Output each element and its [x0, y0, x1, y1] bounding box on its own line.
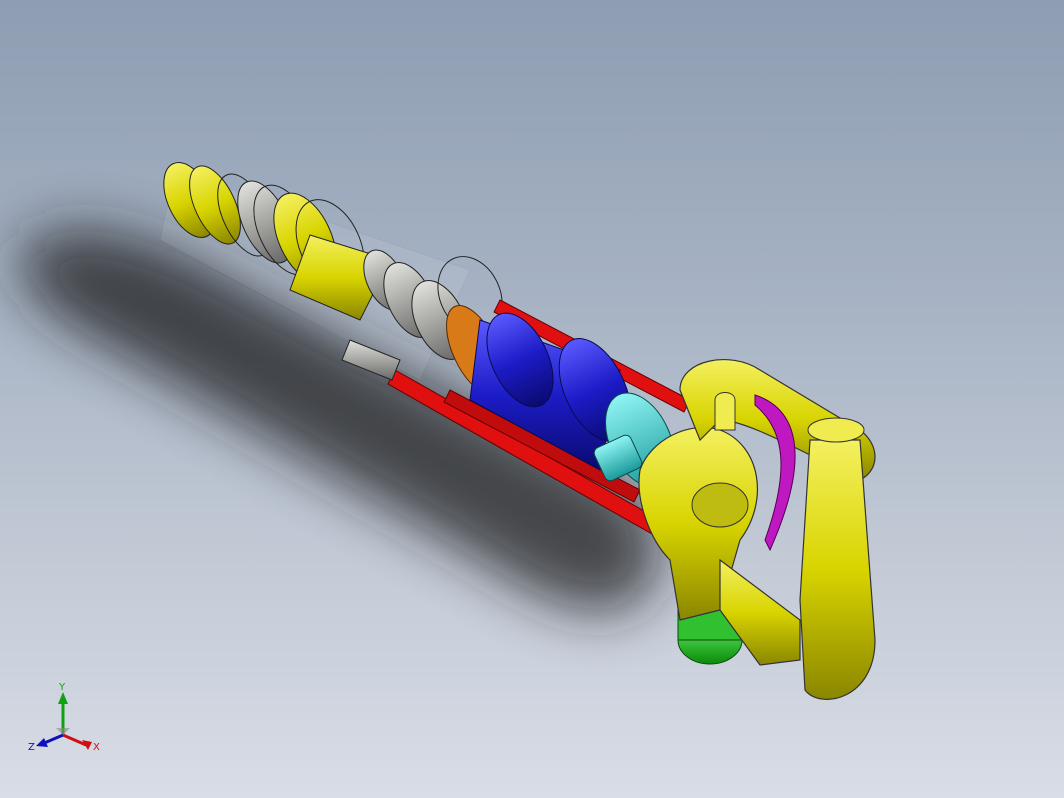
triad-y-axis: Y — [58, 682, 68, 735]
view-orientation-triad[interactable]: Y X Z — [18, 680, 118, 770]
triad-x-label: X — [93, 742, 100, 753]
triad-z-label: Z — [28, 742, 35, 753]
triad-origin — [56, 728, 70, 735]
3d-model-view[interactable] — [0, 0, 1064, 798]
triad-x-axis: X — [62, 733, 100, 753]
handle-body — [638, 359, 876, 700]
triad-y-label: Y — [58, 682, 66, 693]
graphics-viewport[interactable]: Y X Z — [0, 0, 1064, 798]
triad-z-axis: Z — [28, 733, 64, 753]
